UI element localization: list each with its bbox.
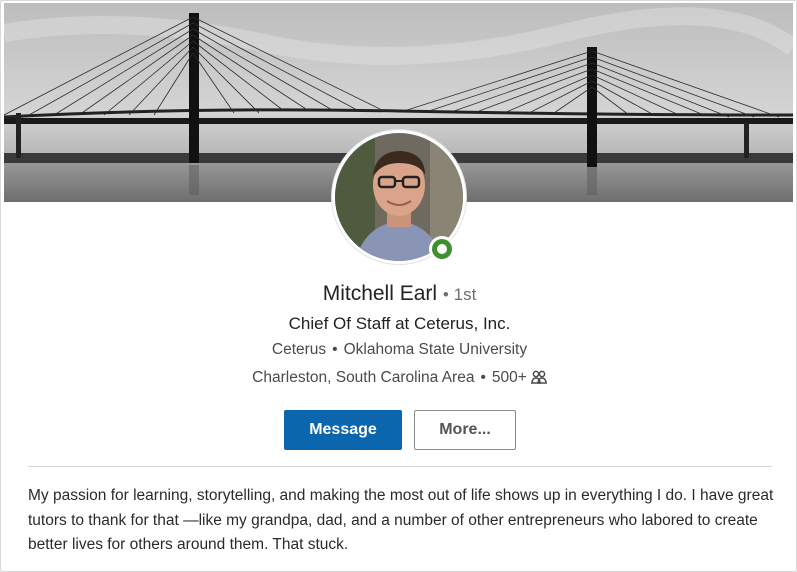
people-icon (530, 370, 547, 389)
school-link[interactable]: Oklahoma State University (344, 341, 528, 358)
more-button[interactable]: More... (414, 410, 516, 450)
name-line: Mitchell Earl • 1st (1, 282, 796, 306)
profile-location-line: Charleston, South Carolina Area • 500+ (1, 369, 796, 389)
online-status-icon (429, 236, 455, 262)
profile-headline: Chief Of Staff at Ceterus, Inc. (288, 314, 511, 333)
profile-education-line: Ceterus • Oklahoma State University (271, 341, 528, 358)
about-summary: My passion for learning, storytelling, a… (28, 487, 774, 553)
location-text: Charleston, South Carolina Area (252, 369, 475, 386)
profile-name: Mitchell Earl (322, 282, 438, 305)
connections-count[interactable]: 500+ (492, 369, 527, 386)
profile-card: Mitchell Earl • 1st Chief Of Staff at Ce… (0, 0, 797, 572)
section-divider (28, 466, 772, 467)
connection-degree: • 1st (442, 285, 477, 304)
company-link[interactable]: Ceterus (272, 341, 326, 358)
message-button[interactable]: Message (284, 410, 402, 450)
